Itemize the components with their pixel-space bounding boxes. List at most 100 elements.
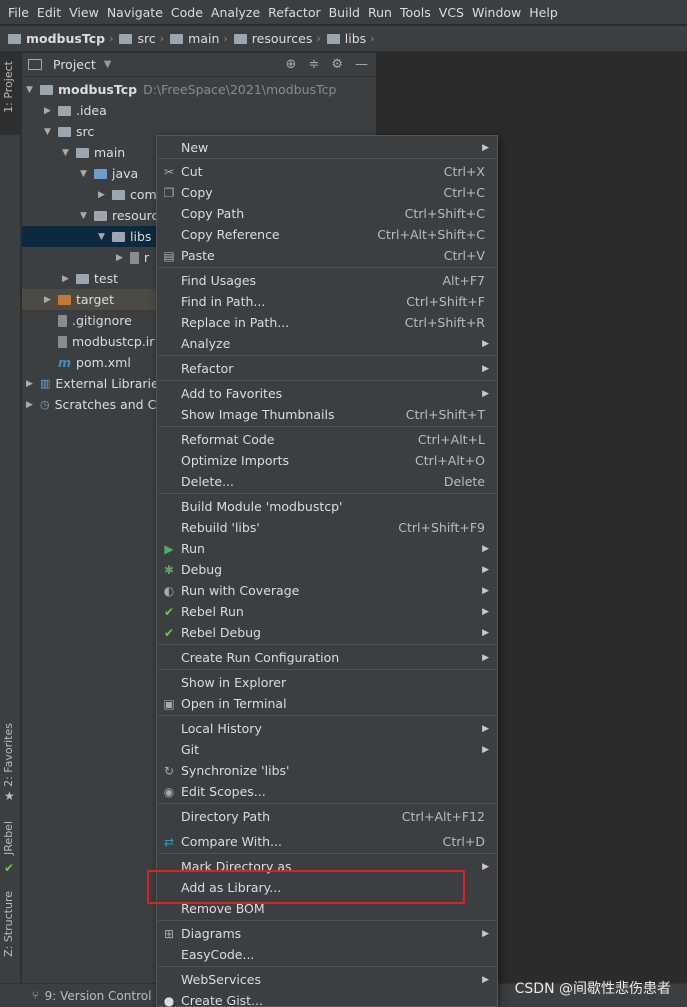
menu-edit[interactable]: Edit	[33, 5, 65, 20]
collapsed-arrow-icon[interactable]: ▶	[26, 379, 40, 389]
collapsed-arrow-icon[interactable]: ▶	[116, 253, 130, 263]
source-folder-icon	[94, 168, 107, 179]
menu-item-compare-with[interactable]: ⇄ Compare With... Ctrl+D	[157, 831, 497, 852]
menu-help[interactable]: Help	[525, 5, 562, 20]
tab-version-control[interactable]: 9: Version Control	[45, 989, 152, 1003]
project-panel-header: Project ▼ ⊕ ≑ ⚙ —	[22, 53, 376, 77]
sync-icon: ↻	[163, 763, 175, 778]
breadcrumb: modbusTcp › src › main › resources › libs ›	[0, 25, 687, 52]
submenu-arrow-icon: ▶	[482, 564, 489, 575]
breadcrumb-item-main[interactable]: main ›	[170, 31, 234, 46]
menu-item-build-module[interactable]: Build Module 'modbustcp'	[157, 496, 497, 517]
expanded-arrow-icon[interactable]: ▼	[62, 148, 76, 158]
jrebel-debug-icon: ✔	[163, 625, 175, 640]
debug-icon: ✱	[163, 562, 175, 577]
submenu-arrow-icon: ▶	[482, 652, 489, 663]
menu-build[interactable]: Build	[325, 5, 364, 20]
menu-item-delete[interactable]: Delete... Delete	[157, 471, 497, 492]
menu-window[interactable]: Window	[468, 5, 525, 20]
menu-item-copy-path[interactable]: Copy Path Ctrl+Shift+C	[157, 203, 497, 224]
collapsed-arrow-icon[interactable]: ▶	[62, 274, 76, 284]
menu-item-local-history[interactable]: Local History ▶	[157, 718, 497, 739]
resources-folder-icon	[94, 210, 107, 221]
collapsed-arrow-icon[interactable]: ▶	[44, 295, 58, 305]
jar-icon	[130, 251, 139, 264]
menu-item-run-with-coverage[interactable]: ◐ Run with Coverage ▶	[157, 580, 497, 601]
menu-item-rebel-debug[interactable]: ✔ Rebel Debug ▶	[157, 622, 497, 643]
tab-jrebel[interactable]: JRebel	[2, 821, 15, 855]
collapsed-arrow-icon[interactable]: ▶	[44, 106, 58, 116]
expanded-arrow-icon[interactable]: ▼	[44, 127, 58, 137]
submenu-arrow-icon: ▶	[482, 606, 489, 617]
menu-item-show-in-explorer[interactable]: Show in Explorer	[157, 672, 497, 693]
tab-structure[interactable]: Z: Structure	[2, 891, 15, 957]
menu-item-run[interactable]: ▶ Run ▶	[157, 538, 497, 559]
collapsed-arrow-icon[interactable]: ▶	[26, 400, 40, 410]
menu-refactor[interactable]: Refactor	[264, 5, 324, 20]
copy-icon: ❐	[163, 185, 175, 200]
menu-item-synchronize[interactable]: ↻ Synchronize 'libs'	[157, 760, 497, 781]
left-tool-strip: 1: Project 2: Favorites ★ JRebel ✔ Z: St…	[0, 53, 21, 1007]
menu-run[interactable]: Run	[364, 5, 396, 20]
menu-item-edit-scopes[interactable]: ◉ Edit Scopes...	[157, 781, 497, 802]
menu-item-easycode[interactable]: EasyCode...	[157, 944, 497, 965]
menu-item-find-in-path[interactable]: Find in Path... Ctrl+Shift+F	[157, 291, 497, 312]
menu-item-refactor[interactable]: Refactor ▶	[157, 358, 497, 379]
breadcrumb-item-project[interactable]: modbusTcp ›	[8, 31, 119, 46]
submenu-arrow-icon: ▶	[482, 142, 489, 153]
menu-item-paste[interactable]: ▤ Paste Ctrl+V	[157, 245, 497, 266]
menu-item-replace-in-path[interactable]: Replace in Path... Ctrl+Shift+R	[157, 312, 497, 333]
watermark: CSDN @间歇性悲伤患者	[514, 981, 671, 997]
minimize-icon[interactable]: —	[355, 57, 368, 72]
menu-item-git[interactable]: Git ▶	[157, 739, 497, 760]
menu-item-open-in-terminal[interactable]: ▣ Open in Terminal	[157, 693, 497, 714]
menu-item-add-to-favorites[interactable]: Add to Favorites ▶	[157, 383, 497, 404]
breadcrumb-item-libs[interactable]: libs ›	[326, 31, 381, 46]
menu-item-new[interactable]: New ▶	[157, 137, 497, 158]
menu-item-show-thumbnails[interactable]: Show Image Thumbnails Ctrl+Shift+T	[157, 404, 497, 425]
menu-file[interactable]: File	[4, 5, 33, 20]
menu-tools[interactable]: Tools	[396, 5, 435, 20]
panel-title[interactable]: Project	[53, 57, 96, 72]
expanded-arrow-icon[interactable]: ▼	[98, 232, 112, 242]
menu-item-rebel-run[interactable]: ✔ Rebel Run ▶	[157, 601, 497, 622]
menu-item-copy-reference[interactable]: Copy Reference Ctrl+Alt+Shift+C	[157, 224, 497, 245]
file-icon	[58, 314, 67, 327]
expanded-arrow-icon[interactable]: ▼	[80, 169, 94, 179]
folder-icon	[119, 33, 133, 44]
menu-analyze[interactable]: Analyze	[207, 5, 264, 20]
menu-item-rebuild[interactable]: Rebuild 'libs' Ctrl+Shift+F9	[157, 517, 497, 538]
menu-view[interactable]: View	[65, 5, 103, 20]
menu-item-directory-path[interactable]: Directory Path Ctrl+Alt+F12	[157, 806, 497, 827]
collapsed-arrow-icon[interactable]: ▶	[98, 190, 112, 200]
menu-item-find-usages[interactable]: Find Usages Alt+F7	[157, 270, 497, 291]
tab-project[interactable]: 1: Project	[0, 53, 21, 135]
chevron-down-icon[interactable]: ▼	[104, 59, 112, 70]
breadcrumb-item-resources[interactable]: resources ›	[233, 31, 327, 46]
submenu-arrow-icon: ▶	[482, 627, 489, 638]
menu-item-debug[interactable]: ✱ Debug ▶	[157, 559, 497, 580]
menu-item-webservices[interactable]: WebServices ▶	[157, 969, 497, 990]
tree-row-idea[interactable]: ▶ .idea	[22, 100, 376, 121]
expanded-arrow-icon[interactable]: ▼	[80, 211, 94, 221]
menu-item-analyze[interactable]: Analyze ▶	[157, 333, 497, 354]
tab-favorites[interactable]: 2: Favorites	[2, 723, 15, 787]
tree-row-modbustcp[interactable]: ▼ modbusTcp D:\FreeSpace\2021\modbusTcp	[22, 79, 376, 100]
menu-item-create-run-configuration[interactable]: Create Run Configuration ▶	[157, 647, 497, 668]
gear-icon[interactable]: ⚙	[331, 57, 343, 72]
menu-item-diagrams[interactable]: ⊞ Diagrams ▶	[157, 923, 497, 944]
locate-icon[interactable]: ⊕	[286, 57, 297, 72]
menu-item-cut[interactable]: ✂ Cut Ctrl+X	[157, 161, 497, 182]
expanded-arrow-icon[interactable]: ▼	[26, 85, 40, 95]
menu-item-optimize-imports[interactable]: Optimize Imports Ctrl+Alt+O	[157, 450, 497, 471]
menu-code[interactable]: Code	[167, 5, 207, 20]
menu-item-copy[interactable]: ❐ Copy Ctrl+C	[157, 182, 497, 203]
iml-file-icon	[58, 335, 67, 348]
menu-vcs[interactable]: VCS	[435, 5, 468, 20]
menu-navigate[interactable]: Navigate	[103, 5, 167, 20]
collapse-all-icon[interactable]: ≑	[308, 57, 319, 72]
menu-item-create-gist[interactable]: ● Create Gist...	[157, 990, 497, 1007]
github-icon: ●	[163, 993, 175, 1007]
breadcrumb-item-src[interactable]: src ›	[119, 31, 170, 46]
menu-item-reformat-code[interactable]: Reformat Code Ctrl+Alt+L	[157, 429, 497, 450]
